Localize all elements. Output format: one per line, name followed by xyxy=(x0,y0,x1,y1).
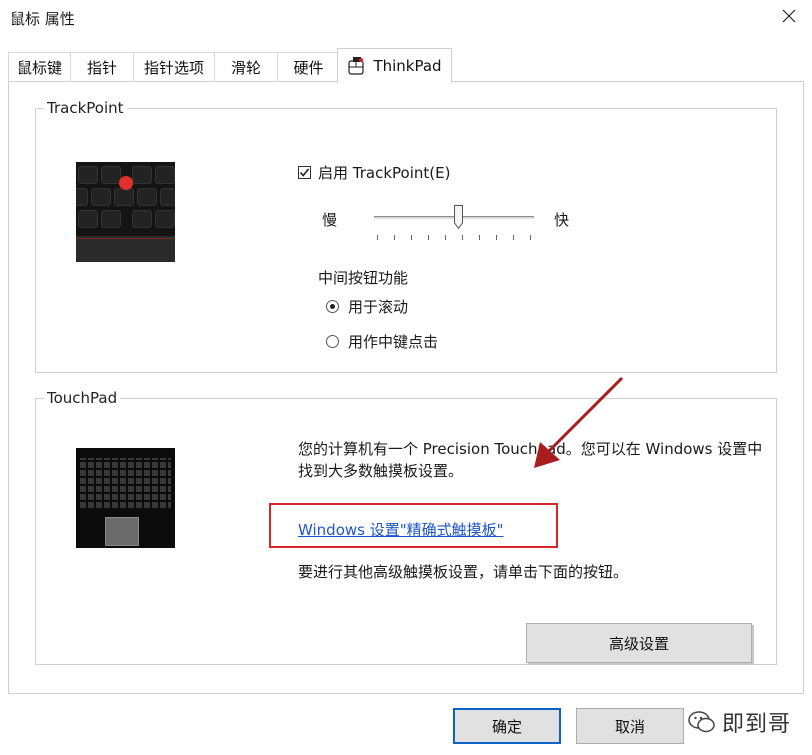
speed-slider-ticks xyxy=(377,235,531,241)
slider-tick xyxy=(445,235,446,240)
trackpoint-image xyxy=(76,162,175,262)
enable-trackpoint-checkbox[interactable]: 启用 TrackPoint(E) xyxy=(298,162,450,183)
slider-tick xyxy=(377,235,378,240)
tab-strip: 鼠标键 指针 指针选项 滑轮 硬件 ThinkPad xyxy=(8,48,804,83)
slider-tick xyxy=(513,235,514,240)
cancel-label: 取消 xyxy=(614,717,645,736)
tab-pointer-options[interactable]: 指针选项 xyxy=(133,52,215,82)
title-bar: 鼠标 属性 xyxy=(0,0,812,38)
speed-slow-label: 慢 xyxy=(322,211,338,229)
radio-scroll[interactable]: 用于滚动 xyxy=(326,296,408,317)
tab-label: ThinkPad xyxy=(373,57,442,75)
precision-touchpad-settings-link[interactable]: Windows 设置"精确式触摸板" xyxy=(298,519,504,540)
slider-tick xyxy=(428,235,429,240)
tab-label: 指针选项 xyxy=(143,59,204,77)
radio-middle-click-label: 用作中键点击 xyxy=(348,333,439,351)
close-button[interactable] xyxy=(766,0,812,32)
tab-hardware[interactable]: 硬件 xyxy=(277,52,340,82)
trackpoint-nub xyxy=(119,176,133,190)
ok-button[interactable]: 确定 xyxy=(453,708,561,744)
slider-tick xyxy=(496,235,497,240)
tab-label: 硬件 xyxy=(293,59,324,77)
advanced-settings-label: 高级设置 xyxy=(608,634,669,653)
wechat-icon xyxy=(688,711,715,733)
slider-tick xyxy=(479,235,480,240)
slider-tick xyxy=(462,235,463,240)
check-icon xyxy=(299,168,310,177)
slider-tick xyxy=(411,235,412,240)
trackpoint-group-label: TrackPoint xyxy=(47,99,124,117)
tab-label: 鼠标键 xyxy=(16,59,62,77)
trackpoint-group: TrackPoint 启用 TrackPoint(E) 慢 快 中间按钮功能 用… xyxy=(35,99,777,373)
tab-thinkpad[interactable]: ThinkPad xyxy=(337,48,452,83)
radio-scroll-label: 用于滚动 xyxy=(348,298,409,316)
speed-slider-area: 慢 快 xyxy=(322,205,582,245)
thinkpad-mouse-icon xyxy=(348,57,365,75)
tab-wheel[interactable]: 滑轮 xyxy=(214,52,278,82)
touchpad-image xyxy=(76,448,175,548)
advanced-settings-button[interactable]: 高级设置 xyxy=(526,623,752,663)
close-icon xyxy=(782,9,796,23)
enable-trackpoint-label: 启用 TrackPoint(E) xyxy=(318,164,451,182)
tab-mouse-buttons[interactable]: 鼠标键 xyxy=(8,52,71,82)
touchpad-surface xyxy=(105,517,139,546)
thinkpad-panel: TrackPoint 启用 TrackPoint(E) 慢 快 中间按钮功能 用… xyxy=(8,81,804,694)
touchpad-description: 您的计算机有一个 Precision Touchpad。您可以在 Windows… xyxy=(298,440,763,480)
watermark: 即到哥 xyxy=(688,702,812,742)
touchpad-group-label: TouchPad xyxy=(47,389,118,407)
radio-button[interactable] xyxy=(326,335,339,348)
advanced-settings-hint: 要进行其他高级触摸板设置，请单击下面的按钮。 xyxy=(298,563,629,581)
tab-label: 滑轮 xyxy=(230,59,261,77)
tab-pointers[interactable]: 指针 xyxy=(70,52,134,82)
middle-button-title: 中间按钮功能 xyxy=(318,269,409,287)
ok-label: 确定 xyxy=(491,717,522,736)
radio-button[interactable] xyxy=(326,300,339,313)
touchpad-group: TouchPad 您的计算机有一个 Precision Touchpad。您可以… xyxy=(35,389,777,665)
window-title: 鼠标 属性 xyxy=(10,10,75,28)
slider-tick xyxy=(530,235,531,240)
slider-tick xyxy=(394,235,395,240)
speed-slider-thumb[interactable] xyxy=(454,205,463,229)
cancel-button[interactable]: 取消 xyxy=(576,708,684,744)
tab-label: 指针 xyxy=(86,59,117,77)
watermark-text: 即到哥 xyxy=(722,712,792,737)
speed-fast-label: 快 xyxy=(554,211,570,229)
checkbox-box[interactable] xyxy=(298,166,311,179)
radio-middle-click[interactable]: 用作中键点击 xyxy=(326,331,438,352)
